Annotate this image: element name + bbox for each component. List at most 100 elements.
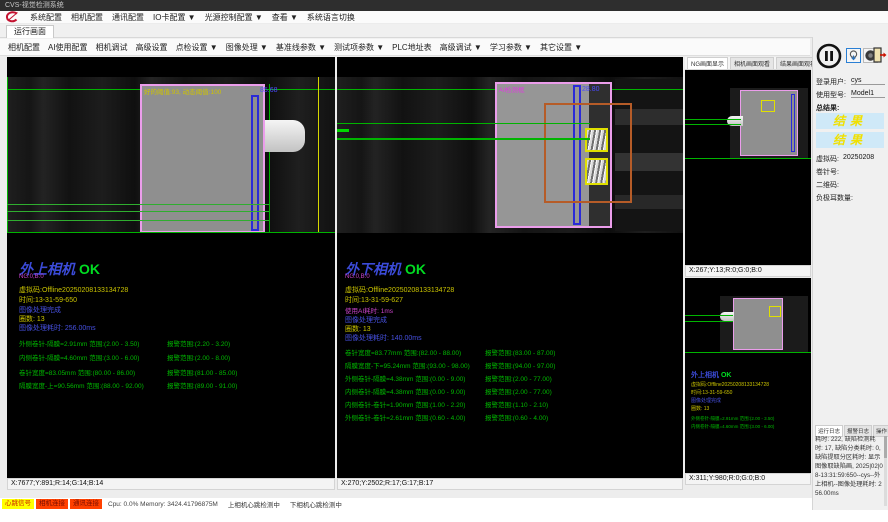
cpu-memory-status: Cpu: 0.0% Memory: 3424.41796875M bbox=[108, 501, 218, 508]
ng-counter-text: NG:0,B:0 bbox=[345, 274, 370, 280]
alarm-range: 报警范围:(81.00 - 85.00) bbox=[167, 367, 237, 377]
tool-baseline-params[interactable]: 基准线参数 ▼ bbox=[276, 42, 326, 53]
mini-turns-line: 圈数: 13 bbox=[691, 405, 709, 412]
lower-camera-heartbeat-status: 下相机心跳检测中 bbox=[290, 499, 342, 509]
exit-button[interactable] bbox=[872, 45, 888, 65]
result-badge-bottom: 结果 bbox=[816, 132, 884, 148]
mini-camera-title: 外上相机 OK bbox=[691, 370, 731, 380]
virtual-code-line: 虚拟码:Offline20250208133134728 bbox=[19, 285, 128, 295]
measurement-value: 内侧卷针-卷针=1.90mm 范围:(1.00 - 2.20) bbox=[345, 399, 485, 409]
menu-view[interactable]: 查看 ▼ bbox=[272, 12, 298, 23]
mini-result: OK bbox=[721, 372, 732, 379]
green-measure-line bbox=[337, 138, 590, 140]
tab-detect-box bbox=[761, 100, 775, 112]
measurement-value: 隔膜宽度-上=90.56mm 范围:(88.00 - 92.00) bbox=[19, 380, 167, 390]
tab-camera-watch[interactable]: 相机画面观看 bbox=[730, 57, 774, 69]
comm-connection-badge: 通讯连接 bbox=[70, 499, 102, 509]
left-camera-pixel-status: X:7677;Y:891;R:14;G:14;B:14 bbox=[7, 478, 335, 490]
measurement-value: 内侧卷针-隔膜=4.38mm 范围:(0.00 - 9.00) bbox=[345, 386, 485, 396]
menu-comm-config[interactable]: 通讯配置 bbox=[112, 12, 144, 23]
green-measure-line bbox=[7, 211, 269, 212]
left-camera-view[interactable]: 好的阈值:93, 动态阈值:100 85.68 外上相机OK NG:0,B:0 … bbox=[7, 57, 335, 478]
result-ok-badge: OK bbox=[79, 261, 100, 277]
log-scrollbar-thumb[interactable] bbox=[884, 436, 887, 458]
tool-test-params[interactable]: 测试项参数 ▼ bbox=[334, 42, 384, 53]
measurement-row: 内侧卷针-卷针=1.90mm 范围:(1.00 - 2.20) 报警范围:(1.… bbox=[345, 399, 548, 409]
mini-measure-line: 外侧卷针-隔膜=2.91mm 范围:(2.00 - 3.50) bbox=[691, 416, 774, 422]
toolbar: 相机配置 AI使用配置 相机调试 高级设置 点检设置 ▼ 图像处理 ▼ 基准线参… bbox=[0, 38, 810, 56]
time-line: 时间:13-31-59-627 bbox=[345, 295, 403, 305]
log-text[interactable]: 耗时: 222, 缺陷检测耗时: 17, 缺陷分类耗时: 0, 缺陷提取分区耗时… bbox=[815, 436, 883, 506]
window-titlebar: CVS-视觉检测系统 bbox=[0, 0, 888, 11]
exit-door-icon bbox=[872, 46, 888, 64]
measurement-row: 隔膜宽度-下=95.24mm 范围:(93.00 - 98.00) 报警范围:(… bbox=[345, 360, 555, 370]
measurement-value: 外侧卷针-隔膜=4.38mm 范围:(0.00 - 9.00) bbox=[345, 373, 485, 383]
yellow-guide-line bbox=[318, 77, 319, 233]
snapshot-button[interactable] bbox=[846, 48, 861, 63]
measurement-row: 外侧卷针-隔膜=2.91mm 范围:(2.00 - 3.50) 报警范围:(2.… bbox=[19, 338, 230, 348]
app-logo-icon bbox=[5, 11, 21, 23]
model-value[interactable]: Model1 bbox=[851, 90, 885, 98]
menu-camera-config[interactable]: 相机配置 bbox=[71, 12, 103, 23]
login-user-label: 登录用户: bbox=[816, 77, 846, 87]
green-measure-line bbox=[337, 123, 590, 124]
login-user-value[interactable]: cys bbox=[851, 77, 885, 85]
tool-learning-params[interactable]: 学习参数 ▼ bbox=[490, 42, 532, 53]
tool-ai-usage-config[interactable]: AI使用配置 bbox=[48, 42, 88, 53]
middle-camera-pixel-status: X:270;Y:2502;R:17;G:17;B:17 bbox=[337, 478, 683, 490]
green-guide-line bbox=[7, 77, 8, 233]
tool-other-settings[interactable]: 其它设置 ▼ bbox=[540, 42, 582, 53]
measurement-value: 外侧卷针-隔膜=2.91mm 范围:(2.00 - 3.50) bbox=[19, 338, 167, 348]
measurement-value: 外侧卷针-卷针=2.61mm 范围:(0.60 - 4.00) bbox=[345, 412, 485, 422]
ng-view-top[interactable] bbox=[685, 70, 811, 265]
ng-view-bottom[interactable]: 外上相机 OK 虚拟码:Offline20250208133134728 时间:… bbox=[685, 278, 811, 473]
alarm-range: 报警范围:(94.00 - 97.00) bbox=[485, 360, 555, 370]
measurement-row: 卷针宽度=83.77mm 范围:(82.00 - 88.00) 报警范围:(83… bbox=[345, 347, 555, 357]
measure-strip-box bbox=[791, 94, 795, 152]
tool-advanced-settings[interactable]: 高级设置 bbox=[136, 42, 168, 53]
menu-language-switch[interactable]: 系统语言切换 bbox=[307, 12, 355, 23]
mini-code-line: 虚拟码:Offline20250208133134728 bbox=[691, 381, 769, 388]
green-measure-line bbox=[685, 321, 733, 322]
green-measure-line bbox=[685, 315, 733, 316]
elapsed-line: 图像处理耗时: 256.00ms bbox=[19, 323, 96, 333]
ng-counter-text: NG:0,B:0 bbox=[19, 274, 44, 280]
green-guide-line bbox=[7, 232, 335, 233]
total-result-label: 总结果: bbox=[816, 103, 839, 113]
pin-number-label: 卷针号: bbox=[816, 167, 839, 177]
pause-button[interactable] bbox=[815, 42, 843, 70]
measurement-value: 内侧卷针-隔膜=4.60mm 范围:(3.00 - 6.00) bbox=[19, 352, 167, 362]
green-measure-line bbox=[685, 124, 741, 125]
middle-camera-view[interactable]: AI检测框 28.80 外下相机OK NG:0,B:0 虚拟码:Offline2… bbox=[337, 57, 683, 478]
measurement-row: 隔膜宽度-上=90.56mm 范围:(88.00 - 92.00) 报警范围:(… bbox=[19, 380, 237, 390]
negative-tab-count-label: 负极耳数量: bbox=[816, 193, 853, 203]
electrode-tab-shape bbox=[265, 120, 305, 152]
app-window: CVS-视觉检测系统 系统配置 相机配置 通讯配置 IO卡配置 ▼ 光源控制配置… bbox=[0, 0, 888, 522]
green-measure-line bbox=[685, 119, 741, 120]
upper-camera-heartbeat-status: 上相机心跳检测中 bbox=[228, 499, 280, 509]
ng-tab-bar: NG画面显示 相机画面观看 结果画面观看 bbox=[685, 57, 811, 70]
alarm-range: 报警范围:(89.00 - 91.00) bbox=[167, 380, 237, 390]
tool-spot-check[interactable]: 点检设置 ▼ bbox=[176, 42, 218, 53]
green-measure-line bbox=[7, 204, 269, 205]
alarm-range: 报警范围:(2.00 - 77.00) bbox=[485, 386, 552, 396]
camera-connection-badge: 相机连接 bbox=[36, 499, 68, 509]
tool-advanced-debug[interactable]: 高级调试 ▼ bbox=[440, 42, 482, 53]
mini-camera-name: 外上相机 bbox=[691, 372, 719, 379]
measurement-row: 外侧卷针-隔膜=4.38mm 范围:(0.00 - 9.00) 报警范围:(2.… bbox=[345, 373, 552, 383]
measurement-row: 外侧卷针-卷针=2.61mm 范围:(0.60 - 4.00) 报警范围:(0.… bbox=[345, 412, 548, 422]
tab-run-screen[interactable]: 运行画面 bbox=[6, 25, 54, 38]
virtual-code-value: 20250208 bbox=[843, 154, 874, 161]
menu-light-config[interactable]: 光源控制配置 ▼ bbox=[205, 12, 263, 23]
side-panel: 登录用户: cys 使用型号: Model1 总结果: 结果 结果 虚拟码: 2… bbox=[812, 37, 888, 510]
tab-ng-display[interactable]: NG画面显示 bbox=[687, 57, 728, 69]
tool-plc-address[interactable]: PLC地址表 bbox=[392, 42, 432, 53]
tool-camera-debug[interactable]: 相机调试 bbox=[96, 42, 128, 53]
tool-camera-config[interactable]: 相机配置 bbox=[8, 42, 40, 53]
menu-system-config[interactable]: 系统配置 bbox=[30, 12, 62, 23]
menu-io-config[interactable]: IO卡配置 ▼ bbox=[153, 12, 196, 23]
measurement-value: 卷针宽度=83.77mm 范围:(82.00 - 88.00) bbox=[345, 347, 485, 357]
measurement-value: 卷针宽度=83.05mm 范围:(80.00 - 86.00) bbox=[19, 367, 167, 377]
qr-code-label: 二维码: bbox=[816, 180, 839, 190]
tool-image-processing[interactable]: 图像处理 ▼ bbox=[226, 42, 268, 53]
